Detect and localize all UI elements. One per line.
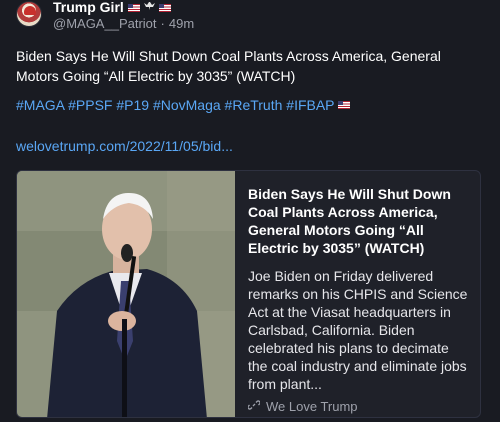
meta-separator: · [160,16,165,31]
link-icon [247,399,261,414]
author-handle[interactable]: @MAGA__Patriot [53,16,157,31]
hashtags[interactable]: #MAGA #PPSF #P19 #NovMaga #ReTruth #IFBA… [16,97,350,113]
post-time[interactable]: 49m [169,16,194,31]
post-link[interactable]: welovetrump.com/2022/11/05/bid... [16,138,233,154]
card-source[interactable]: We Love Trump [247,399,468,414]
card-source-name[interactable]: We Love Trump [266,399,358,414]
link-preview-card[interactable]: Biden Says He Will Shut Down Coal Plants… [16,170,481,418]
card-description: Joe Biden on Friday delivered remarks on… [248,268,468,392]
hashtag-list[interactable]: #MAGA #PPSF #P19 #NovMaga #ReTruth #IFBA… [16,97,335,113]
author-info: Trump Girl @MAGA__Patriot · 49m [53,0,194,31]
us-flag-icon [127,3,140,12]
author-name-row[interactable]: Trump Girl [53,0,194,15]
eagle-icon [143,0,155,15]
author-display-name[interactable]: Trump Girl [53,0,124,15]
author-meta: @MAGA__Patriot · 49m [53,16,194,31]
post-text: Biden Says He Will Shut Down Coal Plants… [16,48,441,84]
avatar[interactable] [16,1,42,27]
card-title[interactable]: Biden Says He Will Shut Down Coal Plants… [248,185,468,257]
us-flag-icon [337,101,350,109]
card-body: Biden Says He Will Shut Down Coal Plants… [235,171,480,417]
card-image [17,171,235,417]
speaker-photo [17,171,235,417]
us-flag-icon [158,3,171,12]
post-header: Trump Girl @MAGA__Patriot · 49m [16,0,194,34]
